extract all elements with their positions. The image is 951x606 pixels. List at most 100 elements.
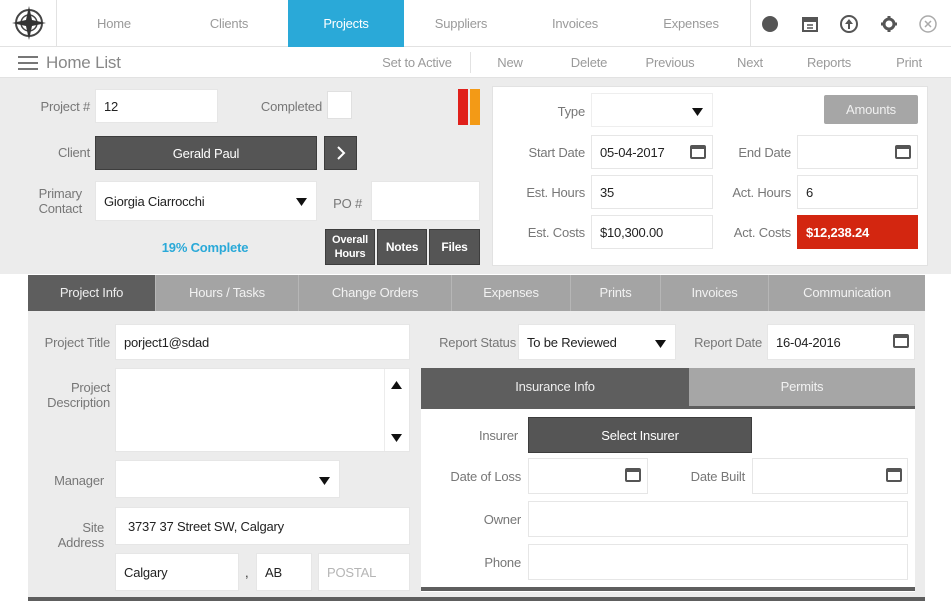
chevron-down-icon[interactable] xyxy=(692,105,703,120)
previous-button[interactable]: Previous xyxy=(634,47,706,78)
amounts-button[interactable]: Amounts xyxy=(824,95,918,124)
est-hours-label: Est. Hours xyxy=(526,185,585,200)
chevron-right-icon xyxy=(336,146,345,160)
compass-logo-icon xyxy=(12,6,46,40)
chevron-down-icon[interactable] xyxy=(296,195,307,210)
tab-invoices[interactable]: Invoices xyxy=(660,275,768,311)
tab-prints[interactable]: Prints xyxy=(570,275,660,311)
report-status-select[interactable]: To be Reviewed xyxy=(518,324,676,360)
nav-divider xyxy=(750,0,751,47)
act-hours-field[interactable]: 6 xyxy=(797,175,918,209)
primary-contact-select[interactable]: Giorgia Ciarrocchi xyxy=(95,181,317,221)
content-bottom-border xyxy=(28,597,925,601)
primary-contact-label-line1: Primary xyxy=(38,186,83,201)
reports-button[interactable]: Reports xyxy=(794,47,864,78)
overall-hours-button[interactable]: Overall Hours xyxy=(325,229,375,265)
start-date-value: 05-04-2017 xyxy=(600,145,665,160)
end-date-label: End Date xyxy=(738,145,791,160)
province-field[interactable]: AB xyxy=(256,553,312,591)
gear-icon[interactable] xyxy=(880,15,898,33)
po-label: PO # xyxy=(333,196,362,211)
toolbar-divider xyxy=(470,52,471,73)
owner-field[interactable] xyxy=(528,501,908,537)
insurer-label: Insurer xyxy=(478,428,518,443)
insurance-panel-bottom-border xyxy=(421,587,915,591)
progress-text: 19% Complete xyxy=(161,240,249,255)
est-costs-label: Est. Costs xyxy=(527,225,585,240)
set-to-active-button[interactable]: Set to Active xyxy=(368,47,466,78)
primary-contact-value: Giorgia Ciarrocchi xyxy=(104,194,205,209)
type-label: Type xyxy=(557,104,586,119)
est-hours-field[interactable]: 35 xyxy=(591,175,713,209)
report-date-label: Report Date xyxy=(694,335,762,350)
manager-select[interactable] xyxy=(115,460,340,498)
new-button[interactable]: New xyxy=(482,47,538,78)
close-icon[interactable] xyxy=(919,15,937,33)
calendar-icon[interactable] xyxy=(893,334,909,348)
client-detail-button[interactable] xyxy=(324,136,357,170)
app-logo[interactable] xyxy=(0,0,57,47)
files-button[interactable]: Files xyxy=(429,229,480,265)
tab-expenses[interactable]: Expenses xyxy=(451,275,570,311)
notes-button[interactable]: Notes xyxy=(377,229,427,265)
client-button[interactable]: Gerald Paul xyxy=(95,136,317,170)
project-description-field[interactable] xyxy=(115,368,410,452)
nav-projects[interactable]: Projects xyxy=(288,0,404,47)
overall-hours-label-2: Hours xyxy=(334,248,366,260)
chevron-down-icon[interactable] xyxy=(655,337,666,352)
nav-clients[interactable]: Clients xyxy=(171,0,287,47)
page-title: Home List xyxy=(46,53,121,72)
delete-button[interactable]: Delete xyxy=(556,47,622,78)
tab-insurance-info[interactable]: Insurance Info xyxy=(421,368,689,406)
project-description-label-line1: Project xyxy=(70,380,110,395)
tab-permits[interactable]: Permits xyxy=(689,368,915,406)
est-costs-field[interactable]: $10,300.00 xyxy=(591,215,713,249)
calendar-icon[interactable] xyxy=(625,468,641,482)
nav-home[interactable]: Home xyxy=(57,0,171,47)
postal-code-field[interactable]: POSTAL xyxy=(318,553,410,591)
address-field[interactable]: 3737 37 Street SW, Calgary xyxy=(115,507,410,545)
scroll-down-icon[interactable] xyxy=(391,431,402,446)
hamburger-menu-icon[interactable] xyxy=(18,55,38,71)
nav-expenses[interactable]: Expenses xyxy=(632,0,750,47)
tab-communication[interactable]: Communication xyxy=(768,275,925,311)
phone-field[interactable] xyxy=(528,544,908,580)
po-field[interactable] xyxy=(371,181,480,221)
project-number-field[interactable]: 12 xyxy=(95,89,218,123)
overall-hours-label-1: Overall xyxy=(332,234,368,246)
tab-change-orders[interactable]: Change Orders xyxy=(298,275,451,311)
project-number-label: Project # xyxy=(40,99,90,114)
calendar-icon[interactable] xyxy=(690,145,706,159)
calendar-icon[interactable] xyxy=(886,468,902,482)
completed-checkbox[interactable] xyxy=(327,91,352,119)
tab-project-info[interactable]: Project Info xyxy=(28,275,155,311)
date-built-label: Date Built xyxy=(690,469,746,484)
nav-suppliers[interactable]: Suppliers xyxy=(404,0,518,47)
tab-hours-tasks[interactable]: Hours / Tasks xyxy=(155,275,298,311)
select-insurer-button[interactable]: Select Insurer xyxy=(528,417,752,453)
next-button[interactable]: Next xyxy=(724,47,776,78)
manager-label: Manager xyxy=(54,473,104,488)
chevron-down-icon[interactable] xyxy=(319,474,330,489)
calendar-icon[interactable] xyxy=(801,15,819,33)
tab-underline xyxy=(421,406,915,409)
scroll-up-icon[interactable] xyxy=(391,378,402,393)
phone-label: Phone xyxy=(484,555,521,570)
site-address-label-line1: Site xyxy=(82,520,104,535)
calendar-icon[interactable] xyxy=(895,145,911,159)
primary-contact-label: Primary Contact xyxy=(20,186,83,216)
project-description-label: Project Description xyxy=(30,380,110,410)
print-button[interactable]: Print xyxy=(884,47,934,78)
upload-icon[interactable] xyxy=(840,15,858,33)
project-title-label: Project Title xyxy=(44,335,111,350)
status-flag-red xyxy=(458,89,468,125)
primary-contact-label-line2: Contact xyxy=(38,201,83,216)
nav-invoices[interactable]: Invoices xyxy=(518,0,632,47)
city-field[interactable]: Calgary xyxy=(115,553,239,591)
act-costs-field[interactable]: $12,238.24 xyxy=(797,215,918,249)
project-title-field[interactable]: porject1@sdad xyxy=(115,324,410,360)
site-address-label: Site Address xyxy=(30,520,104,550)
client-label: Client xyxy=(57,145,90,160)
date-built-field[interactable] xyxy=(752,458,908,494)
record-icon[interactable] xyxy=(761,15,779,33)
